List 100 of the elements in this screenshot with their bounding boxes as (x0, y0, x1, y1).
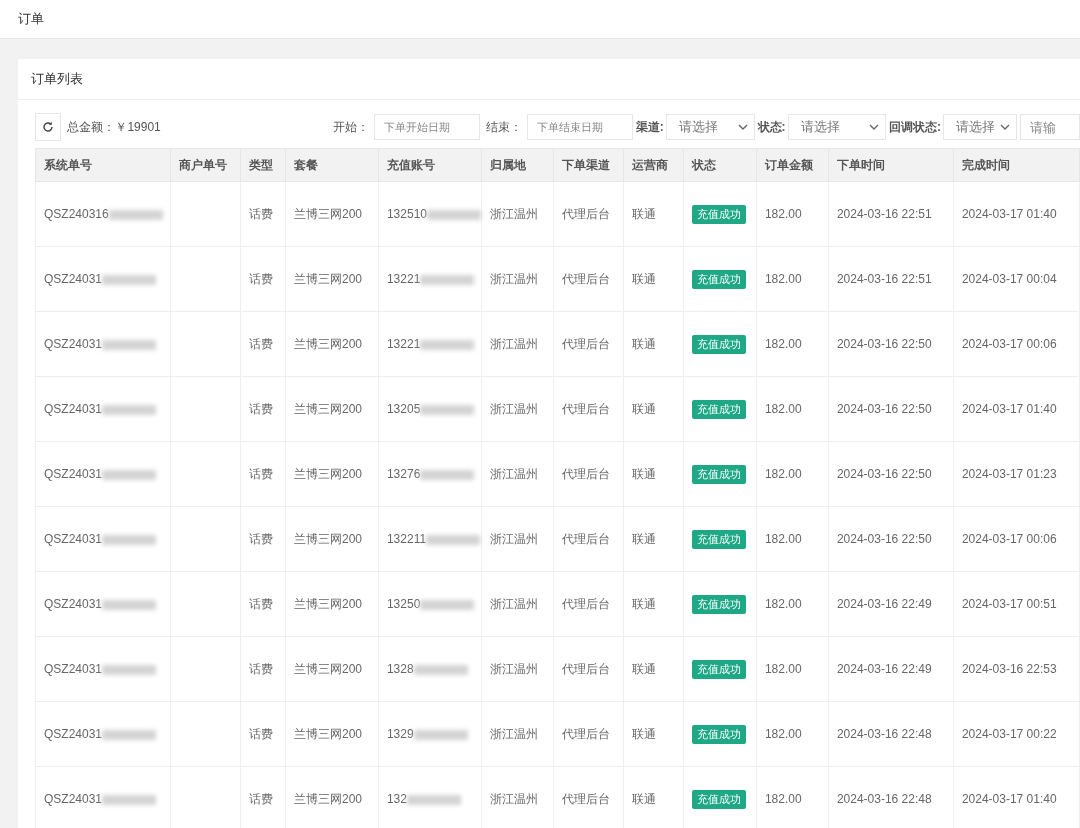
filter-label: 渠道: (635, 118, 664, 136)
table-cell: 联通 (631, 791, 656, 806)
table-cell: 联通 (631, 596, 656, 611)
column-header: 状态 (683, 148, 757, 182)
column-header: 下单时间 (828, 148, 954, 182)
table-cell: 话费 (248, 271, 273, 286)
table-cell: 13276 (386, 467, 421, 481)
table-cell: QSZ240316 (44, 207, 109, 221)
table-cell: 182.00 (764, 402, 802, 416)
column-header: 系统单号 (35, 148, 171, 182)
select-field[interactable]: 请选择 (665, 114, 755, 140)
status-badge: 充值成功 (691, 269, 746, 289)
table-cell: QSZ24031 (44, 662, 103, 676)
table-cell: 2024-03-16 22:50 (836, 532, 932, 546)
table-cell: 2024-03-16 22:48 (836, 727, 932, 741)
filter-label: 开始： (332, 118, 369, 136)
chevron-down-icon (737, 124, 748, 130)
table-cell: 浙江温州 (490, 596, 538, 611)
table-cell: 联通 (631, 466, 656, 481)
table-cell: 2024-03-16 22:49 (836, 662, 932, 676)
date-field[interactable]: 下单开始日期 (373, 114, 480, 140)
table-cell: 话费 (248, 596, 273, 611)
table-cell: 浙江温州 (490, 206, 538, 221)
table-cell: 182.00 (764, 792, 802, 806)
table-cell: 2024-03-16 22:51 (836, 272, 932, 286)
table-cell: 2024-03-17 00:51 (961, 597, 1057, 611)
table-cell: 浙江温州 (490, 726, 538, 741)
table-cell: 联通 (631, 726, 656, 741)
table-cell: QSZ24031 (44, 532, 103, 546)
table-cell: 132211 (386, 532, 427, 546)
table-cell: 13221 (386, 337, 421, 351)
chevron-down-icon (869, 124, 879, 130)
table-cell: 132 (386, 792, 407, 806)
column-header: 类型 (240, 148, 286, 182)
table-cell: 兰博三网200 (293, 466, 362, 481)
table-cell: 182.00 (764, 532, 802, 546)
table-cell: 话费 (248, 726, 273, 741)
status-badge: 充值成功 (691, 724, 746, 744)
table-cell: 2024-03-16 22:50 (836, 402, 932, 416)
page-title: 订单 (18, 10, 44, 28)
column-header: 归属地 (481, 148, 554, 182)
table-cell: 1329 (386, 727, 414, 741)
table-cell: 兰博三网200 (293, 206, 362, 221)
table-cell: 兰博三网200 (293, 726, 362, 741)
status-badge: 充值成功 (691, 464, 746, 484)
table-cell: 代理后台 (561, 531, 610, 546)
table-cell: QSZ24031 (44, 337, 103, 351)
table-cell: 2024-03-17 01:40 (961, 207, 1057, 221)
card-title: 订单列表 (31, 70, 83, 88)
table-cell: 182.00 (764, 272, 802, 286)
date-field[interactable]: 下单结束日期 (526, 114, 633, 140)
column-header: 运营商 (623, 148, 684, 182)
refresh-button[interactable] (35, 113, 62, 141)
table-cell: 13221 (386, 272, 421, 286)
table-cell: 2024-03-17 00:04 (961, 272, 1057, 286)
select-field[interactable]: 请选择 (787, 114, 886, 140)
table-cell: 浙江温州 (490, 791, 538, 806)
table-cell: 2024-03-17 00:06 (961, 337, 1057, 351)
table-cell: 182.00 (764, 727, 802, 741)
table-cell: 2024-03-17 00:22 (961, 727, 1057, 741)
status-badge: 充值成功 (691, 789, 746, 809)
filter-label: 回调状态: (889, 118, 941, 136)
input-field[interactable]: 请输 (1020, 114, 1080, 140)
table-cell: 联通 (631, 271, 656, 286)
table-cell: QSZ24031 (44, 597, 103, 611)
table-cell: 代理后台 (561, 271, 610, 286)
table-cell: 联通 (631, 531, 656, 546)
table-cell: 代理后台 (561, 336, 610, 351)
table-cell: 2024-03-17 01:40 (961, 792, 1057, 806)
table-cell: 13205 (386, 402, 421, 416)
status-badge: 充值成功 (691, 594, 746, 614)
table-cell: 话费 (248, 531, 273, 546)
table-cell: 兰博三网200 (293, 791, 362, 806)
table-cell: 182.00 (764, 337, 802, 351)
table-cell: 2024-03-16 22:50 (836, 467, 932, 481)
refresh-icon (42, 121, 55, 133)
select-field[interactable]: 请选择 (943, 114, 1017, 140)
table-cell: 浙江温州 (490, 466, 538, 481)
table-cell: 2024-03-16 22:49 (836, 597, 932, 611)
table-cell: 1328 (386, 662, 414, 676)
table-cell: 话费 (248, 661, 273, 676)
table-cell: 代理后台 (561, 466, 610, 481)
table-cell: 浙江温州 (490, 401, 538, 416)
table-cell: 代理后台 (561, 791, 610, 806)
table-cell: 联通 (631, 401, 656, 416)
filter-label: 结束： (485, 118, 522, 136)
table-cell: 182.00 (764, 467, 802, 481)
table-cell: 浙江温州 (490, 271, 538, 286)
chevron-down-icon (1000, 124, 1010, 130)
table-cell: 代理后台 (561, 596, 610, 611)
table-cell: 182.00 (764, 597, 802, 611)
column-header: 商户单号 (170, 148, 241, 182)
table-cell: 代理后台 (561, 726, 610, 741)
table-cell: 兰博三网200 (293, 401, 362, 416)
table-cell: 浙江温州 (490, 531, 538, 546)
table-cell: QSZ24031 (44, 402, 103, 416)
table-cell: 13250 (386, 597, 421, 611)
table-cell: 2024-03-16 22:53 (961, 662, 1057, 676)
table-cell: 182.00 (764, 662, 802, 676)
table-cell: 2024-03-16 22:48 (836, 792, 932, 806)
